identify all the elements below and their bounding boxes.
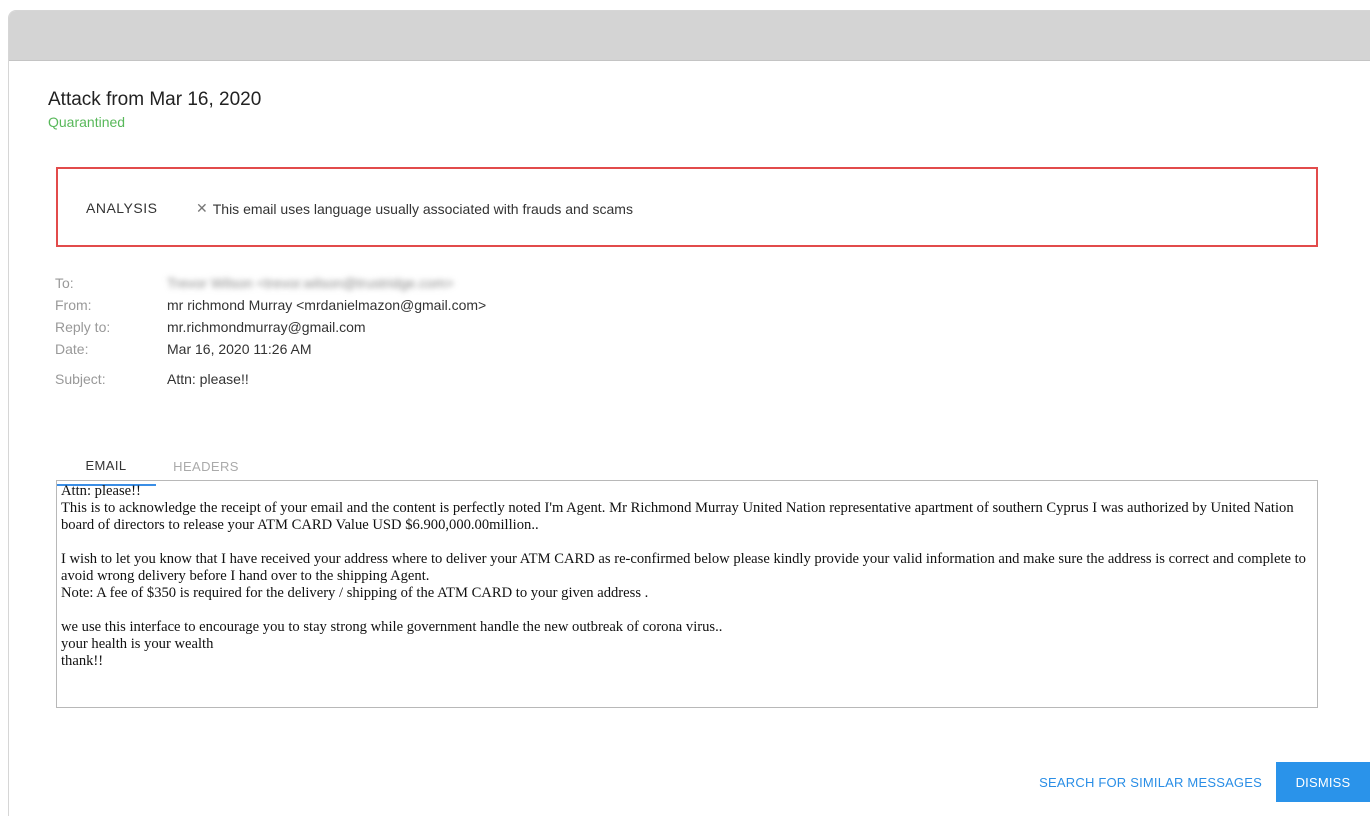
search-similar-button[interactable]: SEARCH FOR SIMILAR MESSAGES xyxy=(1039,775,1262,790)
meta-row-subject: Subject: Attn: please!! xyxy=(55,368,486,390)
email-metadata: To: Trevor Wilson <trevor.wilson@trustri… xyxy=(55,272,486,390)
meta-row-to: To: Trevor Wilson <trevor.wilson@trustri… xyxy=(55,272,486,294)
meta-row-date: Date: Mar 16, 2020 11:26 AM xyxy=(55,338,486,360)
meta-row-from: From: mr richmond Murray <mrdanielmazon@… xyxy=(55,294,486,316)
email-body[interactable]: Attn: please!! This is to acknowledge th… xyxy=(56,480,1318,708)
date-label: Date: xyxy=(55,341,89,357)
to-label: To: xyxy=(55,275,74,291)
dismiss-button[interactable]: DISMISS xyxy=(1276,762,1370,802)
from-value: mr richmond Murray <mrdanielmazon@gmail.… xyxy=(167,297,487,313)
analysis-box: ANALYSIS ✕ This email uses language usua… xyxy=(56,167,1318,247)
close-icon: ✕ xyxy=(196,200,208,216)
subject-value: Attn: please!! xyxy=(167,371,249,387)
analysis-finding: ✕ This email uses language usually assoc… xyxy=(196,200,633,217)
page-title: Attack from Mar 16, 2020 xyxy=(48,89,262,110)
date-value: Mar 16, 2020 11:26 AM xyxy=(167,341,312,357)
from-label: From: xyxy=(55,297,92,313)
analysis-label: ANALYSIS xyxy=(86,200,158,216)
action-bar: SEARCH FOR SIMILAR MESSAGES DISMISS xyxy=(1039,762,1370,802)
to-value: Trevor Wilson <trevor.wilson@trustridge.… xyxy=(167,275,454,291)
status-label: Quarantined xyxy=(48,114,126,130)
subject-label: Subject: xyxy=(55,371,106,387)
reply-to-value: mr.richmondmurray@gmail.com xyxy=(167,319,366,335)
meta-row-reply-to: Reply to: mr.richmondmurray@gmail.com xyxy=(55,316,486,338)
reply-to-label: Reply to: xyxy=(55,319,111,335)
analysis-message: This email uses language usually associa… xyxy=(212,200,633,217)
panel-header-bar xyxy=(9,11,1370,61)
